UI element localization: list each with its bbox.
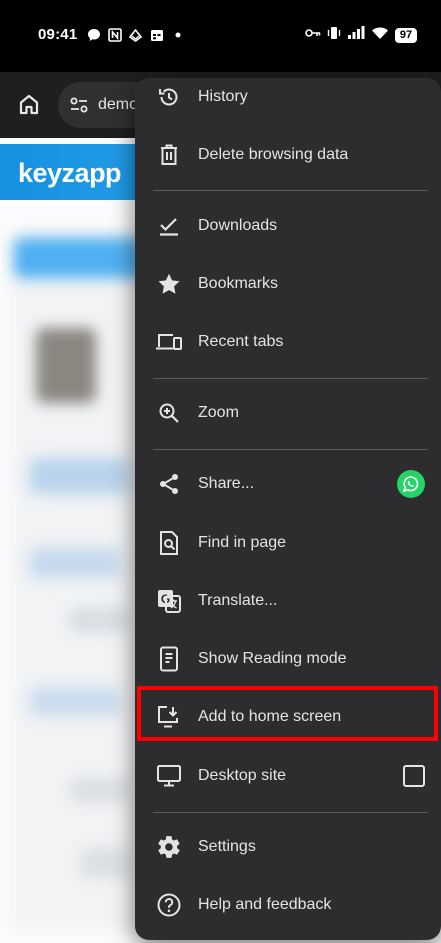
calendar-icon — [149, 28, 164, 43]
overflow-menu: History Delete browsing data Downloads B… — [135, 78, 441, 940]
menu-item-label: Delete browsing data — [198, 146, 349, 163]
blurred-bar — [14, 238, 144, 278]
menu-item-label: Help and feedback — [198, 896, 332, 913]
blurred-text — [80, 848, 130, 878]
key-icon — [305, 26, 321, 44]
chat-bubble-icon — [86, 28, 101, 43]
dot-icon — [170, 28, 185, 43]
menu-divider — [153, 449, 428, 450]
site-logo: keyzapp — [18, 158, 122, 188]
battery-icon: 97 — [395, 27, 417, 43]
menu-item-help-and-feedback[interactable]: Help and feedback — [135, 877, 441, 933]
menu-item-reading-mode[interactable]: Show Reading mode — [135, 631, 441, 687]
menu-item-find-in-page[interactable]: Find in page — [135, 515, 441, 571]
desktop-site-checkbox[interactable] — [403, 765, 425, 787]
menu-item-label: Recent tabs — [198, 333, 284, 350]
translate-icon: G — [155, 587, 183, 615]
blurred-text — [30, 458, 130, 494]
menu-item-label: Bookmarks — [198, 275, 279, 292]
history-icon — [155, 83, 183, 111]
home-button[interactable] — [14, 90, 44, 120]
menu-item-settings[interactable]: Settings — [135, 819, 441, 875]
highlight-box — [137, 686, 438, 741]
site-settings-icon[interactable] — [68, 94, 90, 116]
menu-divider — [153, 812, 428, 813]
menu-item-label: Zoom — [198, 404, 239, 421]
menu-item-label: Desktop site — [198, 767, 287, 784]
signal-icon — [347, 25, 365, 45]
help-icon — [155, 891, 183, 919]
notification-icons — [86, 26, 185, 44]
wifi-icon — [371, 26, 389, 45]
menu-item-share[interactable]: Share... — [135, 456, 441, 512]
trash-icon — [155, 141, 183, 169]
home-icon — [19, 94, 39, 115]
blurred-text — [70, 778, 130, 802]
menu-item-translate[interactable]: G Translate... — [135, 573, 441, 629]
share-icon — [155, 470, 183, 498]
menu-item-desktop-site[interactable]: Desktop site — [135, 748, 441, 804]
nfc-icon — [107, 28, 122, 43]
find-in-page-icon — [155, 529, 183, 557]
menu-item-label: Share... — [198, 475, 255, 492]
menu-item-history[interactable]: History — [135, 78, 441, 125]
menu-item-label: History — [198, 88, 248, 105]
blurred-text — [30, 548, 120, 578]
menu-divider — [153, 378, 428, 379]
system-icons: 97 — [305, 25, 417, 45]
menu-item-label: Find in page — [198, 534, 287, 551]
monitor-icon — [155, 762, 183, 790]
menu-item-label: Show Reading mode — [198, 650, 347, 667]
status-time: 09:41 — [38, 26, 78, 43]
menu-divider — [153, 190, 428, 191]
status-bar: 09:41 97 — [0, 0, 441, 72]
menu-item-label: Settings — [198, 838, 256, 855]
gear-icon — [155, 833, 183, 861]
menu-item-label: Translate... — [198, 592, 278, 609]
devices-icon — [155, 328, 183, 356]
menu-item-bookmarks[interactable]: Bookmarks — [135, 256, 441, 312]
blurred-text — [70, 608, 130, 632]
menu-item-delete-browsing-data[interactable]: Delete browsing data — [135, 127, 441, 183]
menu-item-recent-tabs[interactable]: Recent tabs — [135, 314, 441, 370]
menu-item-zoom[interactable]: Zoom — [135, 385, 441, 441]
whatsapp-share-button[interactable] — [397, 470, 425, 498]
vibrate-icon — [327, 26, 341, 45]
url-text: demo — [98, 96, 139, 113]
reading-mode-icon — [155, 645, 183, 673]
star-icon — [155, 270, 183, 298]
sync-icon — [128, 28, 143, 43]
zoom-in-icon — [155, 399, 183, 427]
whatsapp-icon — [397, 470, 425, 498]
blurred-image — [36, 328, 96, 403]
checkbox-icon — [403, 765, 425, 787]
menu-item-label: Downloads — [198, 217, 278, 234]
menu-item-downloads[interactable]: Downloads — [135, 198, 441, 254]
blurred-text — [30, 688, 120, 716]
download-check-icon — [155, 212, 183, 240]
